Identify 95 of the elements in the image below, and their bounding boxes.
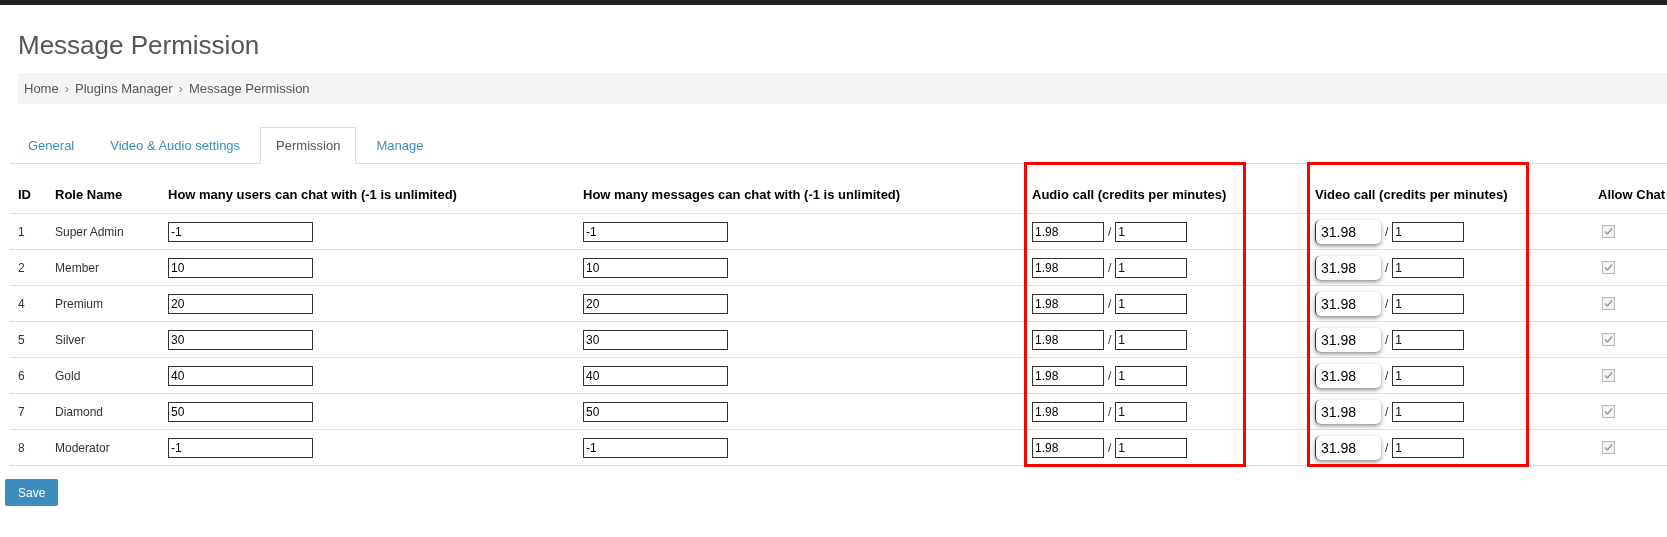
tab[interactable]: Video & Audio settings — [94, 127, 257, 164]
breadcrumb-separator: › — [178, 79, 183, 98]
table-cell-text: Silver — [55, 331, 85, 349]
input-field[interactable]: 1 — [1115, 221, 1188, 242]
table-cell-text: Premium — [55, 295, 103, 313]
ratio-separator: / — [1108, 403, 1112, 421]
input-field[interactable]: 30 — [168, 329, 313, 350]
column-header: How many messages can chat with (-1 is unlimited) — [583, 187, 901, 202]
input-field[interactable]: 31.98 — [1315, 255, 1381, 280]
input-field[interactable]: 50 — [168, 401, 313, 422]
input-field[interactable]: 1 — [1115, 329, 1188, 350]
ratio-separator: / — [1385, 331, 1389, 349]
input-field[interactable]: 1 — [1392, 293, 1465, 314]
input-field[interactable]: -1 — [583, 221, 728, 242]
input-field[interactable]: 1 — [1392, 401, 1465, 422]
input-field[interactable]: 1 — [1392, 257, 1465, 278]
ratio-separator: / — [1108, 295, 1112, 313]
ratio-separator: / — [1385, 439, 1389, 457]
column-header: Video call (credits per minutes) — [1315, 187, 1508, 202]
ratio-separator: / — [1385, 367, 1389, 385]
tab[interactable]: Manage — [360, 127, 440, 164]
ratio-separator: / — [1385, 223, 1389, 241]
input-field[interactable]: 1 — [1392, 329, 1465, 350]
table-cell-text: 4 — [18, 295, 25, 313]
checkbox[interactable] — [1602, 225, 1615, 238]
input-field[interactable]: 1 — [1392, 437, 1465, 458]
table-cell-text: 7 — [18, 403, 25, 421]
tab[interactable]: General — [12, 127, 91, 164]
input-field[interactable]: 31.98 — [1315, 363, 1381, 388]
ratio-separator: / — [1108, 367, 1112, 385]
column-header: How many users can chat with (-1 is unlimited) — [168, 187, 457, 202]
table-cell-text: Member — [55, 259, 99, 277]
page-title: Message Permission — [18, 29, 261, 62]
input-field[interactable]: 1 — [1115, 257, 1188, 278]
input-field[interactable]: 10 — [168, 257, 313, 278]
input-field[interactable]: 20 — [168, 293, 313, 314]
tab[interactable]: Permission — [260, 127, 357, 164]
input-field[interactable]: 1 — [1115, 437, 1188, 458]
input-field[interactable]: 1.98 — [1032, 257, 1104, 278]
ratio-separator: / — [1385, 259, 1389, 277]
table-cell-text: Gold — [55, 367, 81, 385]
input-field[interactable]: 1 — [1392, 221, 1465, 242]
checkbox[interactable] — [1602, 369, 1615, 382]
checkbox[interactable] — [1602, 441, 1615, 454]
checkbox[interactable] — [1602, 405, 1615, 418]
save-button[interactable]: Save — [5, 479, 59, 506]
checkbox[interactable] — [1602, 333, 1615, 346]
ratio-separator: / — [1385, 295, 1389, 313]
input-field[interactable]: 1 — [1115, 365, 1188, 386]
input-field[interactable]: 1.98 — [1032, 221, 1104, 242]
input-field[interactable]: -1 — [583, 437, 728, 458]
input-field[interactable]: 20 — [583, 293, 728, 314]
input-field[interactable]: 10 — [583, 257, 728, 278]
ratio-separator: / — [1108, 223, 1112, 241]
input-field[interactable]: 1.98 — [1032, 437, 1104, 458]
input-field[interactable]: 1 — [1115, 293, 1188, 314]
input-field[interactable]: 1.98 — [1032, 401, 1104, 422]
input-field[interactable]: 1 — [1392, 365, 1465, 386]
input-field[interactable]: -1 — [168, 437, 313, 458]
table-cell-text: 8 — [18, 439, 25, 457]
breadcrumb-link[interactable]: Message Permission — [188, 78, 310, 99]
ratio-separator: / — [1108, 331, 1112, 349]
input-field[interactable]: 1.98 — [1032, 329, 1104, 350]
input-field[interactable]: 31.98 — [1315, 327, 1381, 352]
input-field[interactable]: 31.98 — [1315, 291, 1381, 316]
input-field[interactable]: 31.98 — [1315, 399, 1381, 424]
table-cell-text: 6 — [18, 367, 25, 385]
column-header: Role Name — [55, 187, 123, 202]
column-header: ID — [18, 187, 31, 202]
table-cell-text: Super Admin — [55, 223, 124, 241]
input-field[interactable]: -1 — [168, 221, 313, 242]
checkbox[interactable] — [1602, 297, 1615, 310]
breadcrumb-link[interactable]: Home — [24, 78, 59, 99]
breadcrumb-separator: › — [64, 79, 70, 98]
table-cell-text: Diamond — [55, 403, 104, 421]
table-cell-text: Moderator — [55, 439, 110, 457]
input-field[interactable]: 1.98 — [1032, 365, 1104, 386]
ratio-separator: / — [1108, 259, 1112, 277]
input-field[interactable]: 31.98 — [1315, 219, 1381, 244]
input-field[interactable]: 40 — [583, 365, 728, 386]
breadcrumb-link[interactable]: Plugins Manager — [75, 78, 173, 99]
input-field[interactable]: 1.98 — [1032, 293, 1104, 314]
input-field[interactable]: 40 — [168, 365, 313, 386]
ratio-separator: / — [1108, 439, 1112, 457]
ratio-separator: / — [1385, 403, 1389, 421]
table-cell-text: 1 — [18, 223, 25, 241]
column-header: Audio call (credits per minutes) — [1032, 187, 1227, 202]
checkbox[interactable] — [1602, 261, 1615, 274]
input-field[interactable]: 1 — [1115, 401, 1188, 422]
input-field[interactable]: 30 — [583, 329, 728, 350]
table-cell-text: 5 — [18, 331, 25, 349]
table-cell-text: 2 — [18, 259, 25, 277]
input-field[interactable]: 31.98 — [1315, 435, 1381, 460]
input-field[interactable]: 50 — [583, 401, 728, 422]
column-header: Allow Chat — [1598, 187, 1666, 202]
